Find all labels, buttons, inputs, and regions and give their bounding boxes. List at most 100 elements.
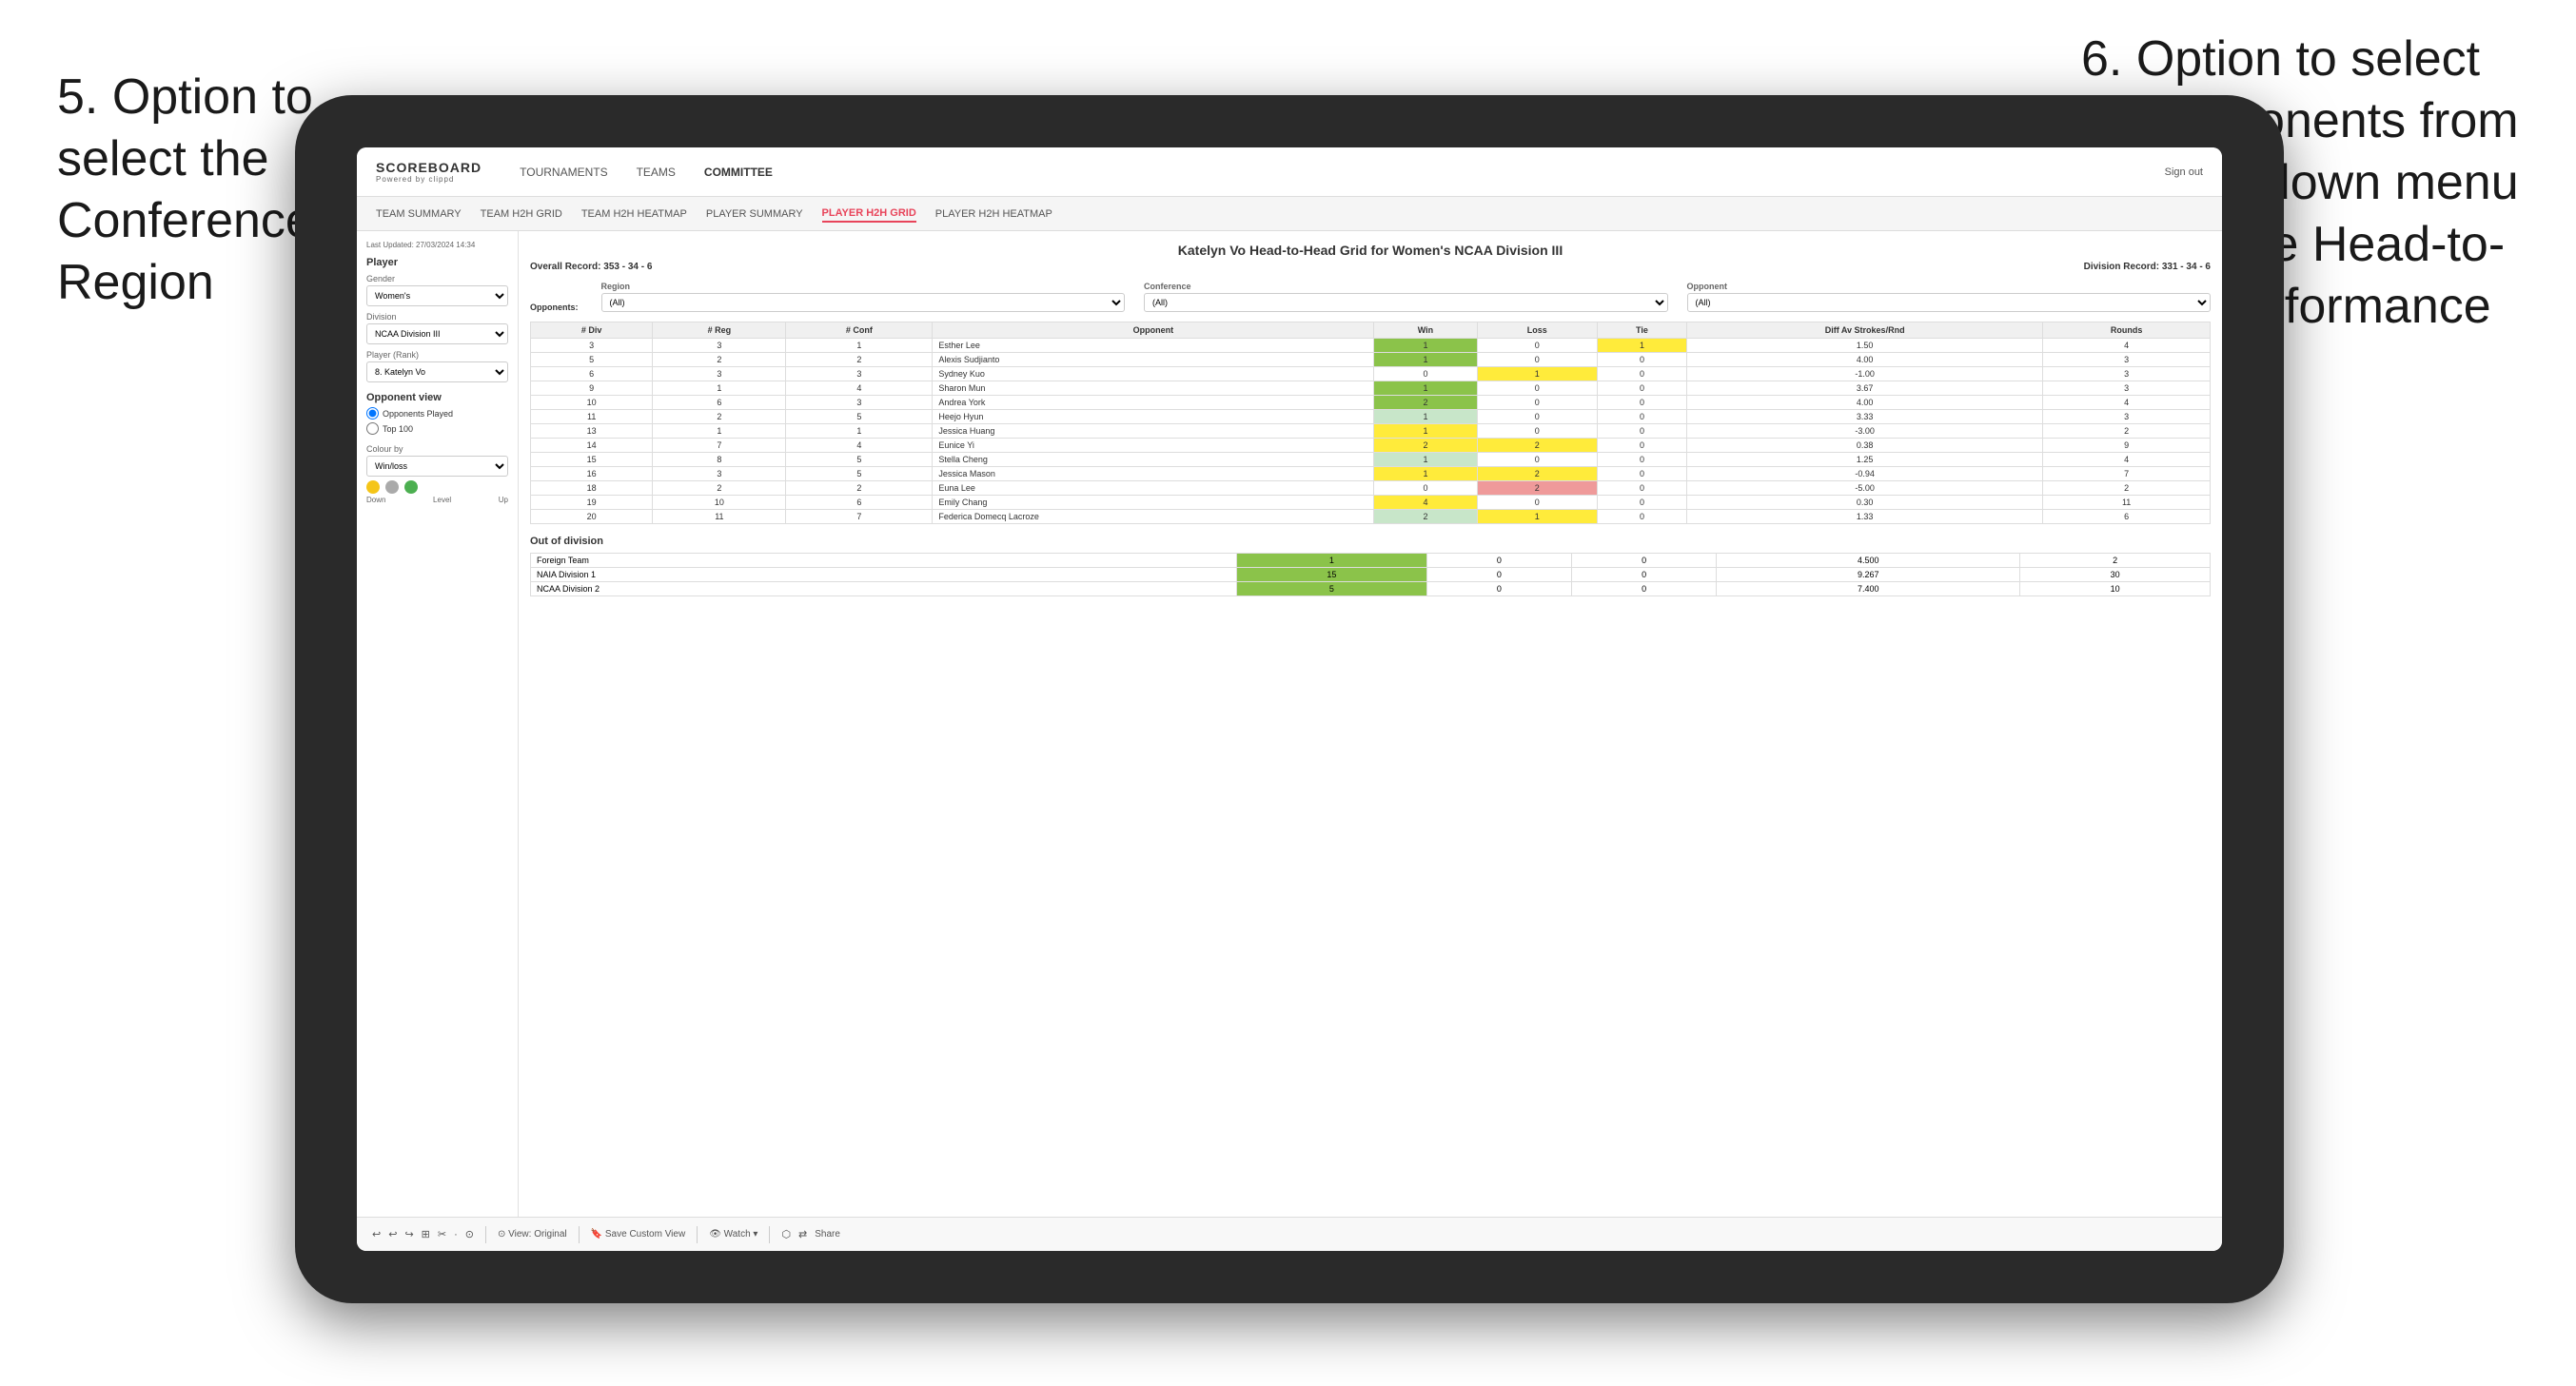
opponent-filter-group: Opponent (All) xyxy=(1687,282,2212,312)
sub-player-h2h-grid[interactable]: PLAYER H2H GRID xyxy=(822,205,916,223)
division-label: Division xyxy=(366,312,508,322)
player-rank-select[interactable]: 8. Katelyn Vo xyxy=(366,361,508,382)
filter-row: Opponents: Region (All) Conference (All) xyxy=(530,282,2211,312)
tablet-frame: SCOREBOARD Powered by clippd TOURNAMENTS… xyxy=(295,95,2284,1303)
conference-filter-group: Conference (All) xyxy=(1144,282,1668,312)
out-table-row: NAIA Division 115009.26730 xyxy=(531,568,2211,582)
sub-team-summary[interactable]: TEAM SUMMARY xyxy=(376,206,462,222)
toolbar-sep3 xyxy=(697,1226,698,1243)
dot-up xyxy=(404,480,418,494)
toolbar-redo[interactable]: ↪ xyxy=(404,1228,413,1240)
th-div: # Div xyxy=(531,322,653,339)
opponent-view: Opponent view Opponents Played Top 100 xyxy=(366,392,508,435)
toolbar-undo2[interactable]: ↩ xyxy=(388,1228,397,1240)
table-row: 1311Jessica Huang100-3.002 xyxy=(531,424,2211,439)
toolbar-sep4 xyxy=(769,1226,770,1243)
region-filter-group: Region (All) xyxy=(601,282,1126,312)
th-win: Win xyxy=(1374,322,1477,339)
radio-opponents-played[interactable]: Opponents Played xyxy=(366,407,508,420)
table-row: 1125Heejo Hyun1003.333 xyxy=(531,410,2211,424)
th-tie: Tie xyxy=(1597,322,1686,339)
opponent-filter-label: Opponent xyxy=(1687,282,2212,291)
opponent-view-title: Opponent view xyxy=(366,392,508,403)
gender-select[interactable]: Women's xyxy=(366,285,508,306)
bottom-toolbar: ↩ ↩ ↪ ⊞ ✂ · ⊙ ⊙ View: Original 🔖 Save Cu… xyxy=(357,1217,2222,1251)
toolbar-dot[interactable]: · xyxy=(454,1229,458,1240)
sub-team-h2h-grid[interactable]: TEAM H2H GRID xyxy=(481,206,562,222)
grid-records: Overall Record: 353 - 34 - 6 Division Re… xyxy=(530,262,2211,272)
opponents-label: Opponents: xyxy=(530,303,579,312)
conference-filter-select[interactable]: (All) xyxy=(1144,293,1668,312)
player-section-title: Player xyxy=(366,257,508,268)
toolbar-view-original[interactable]: ⊙ View: Original xyxy=(498,1229,567,1240)
opponent-filter-select[interactable]: (All) xyxy=(1687,293,2212,312)
th-conf: # Conf xyxy=(786,322,933,339)
top-nav: SCOREBOARD Powered by clippd TOURNAMENTS… xyxy=(357,147,2222,197)
table-row: 914Sharon Mun1003.673 xyxy=(531,381,2211,396)
toolbar-icon5[interactable]: ⬡ xyxy=(781,1228,791,1240)
table-row: 1474Eunice Yi2200.389 xyxy=(531,439,2211,453)
sub-nav: TEAM SUMMARY TEAM H2H GRID TEAM H2H HEAT… xyxy=(357,197,2222,231)
table-row: 1822Euna Lee020-5.002 xyxy=(531,481,2211,496)
division-record: Division Record: 331 - 34 - 6 xyxy=(2084,262,2211,272)
table-row: 633Sydney Kuo010-1.003 xyxy=(531,367,2211,381)
toolbar-save-custom[interactable]: 🔖 Save Custom View xyxy=(591,1229,686,1240)
table-row: 1635Jessica Mason120-0.947 xyxy=(531,467,2211,481)
nav-tournaments[interactable]: TOURNAMENTS xyxy=(520,164,607,181)
toolbar-watch[interactable]: 👁 Watch ▾ xyxy=(709,1229,757,1240)
toolbar-share-icon[interactable]: ⇄ xyxy=(798,1228,807,1240)
table-row: 1585Stella Cheng1001.254 xyxy=(531,453,2211,467)
grid-title: Katelyn Vo Head-to-Head Grid for Women's… xyxy=(530,243,2211,258)
division-select[interactable]: NCAA Division III xyxy=(366,323,508,344)
conference-filter-label: Conference xyxy=(1144,282,1668,291)
main-content: Last Updated: 27/03/2024 14:34 Player Ge… xyxy=(357,231,2222,1217)
out-of-division-table: Foreign Team1004.5002NAIA Division 11500… xyxy=(530,553,2211,596)
region-filter-select[interactable]: (All) xyxy=(601,293,1126,312)
th-rounds: Rounds xyxy=(2043,322,2211,339)
th-opponent: Opponent xyxy=(933,322,1374,339)
overall-record: Overall Record: 353 - 34 - 6 xyxy=(530,262,652,272)
player-rank-label: Player (Rank) xyxy=(366,350,508,360)
sidebar: Last Updated: 27/03/2024 14:34 Player Ge… xyxy=(357,231,519,1217)
th-loss: Loss xyxy=(1477,322,1597,339)
toolbar-share[interactable]: Share xyxy=(815,1229,840,1240)
table-row: 20117Federica Domecq Lacroze2101.336 xyxy=(531,510,2211,524)
sub-player-h2h-heatmap[interactable]: PLAYER H2H HEATMAP xyxy=(935,206,1052,222)
th-diff: Diff Av Strokes/Rnd xyxy=(1687,322,2043,339)
table-row: 1063Andrea York2004.004 xyxy=(531,396,2211,410)
sub-team-h2h-heatmap[interactable]: TEAM H2H HEATMAP xyxy=(581,206,687,222)
radio-top100[interactable]: Top 100 xyxy=(366,422,508,435)
out-table-row: Foreign Team1004.5002 xyxy=(531,554,2211,568)
colour-select[interactable]: Win/loss xyxy=(366,456,508,477)
table-row: 19106Emily Chang4000.3011 xyxy=(531,496,2211,510)
last-updated: Last Updated: 27/03/2024 14:34 xyxy=(366,241,508,249)
toolbar-clock[interactable]: ⊙ xyxy=(465,1228,474,1240)
table-row: 522Alexis Sudjianto1004.003 xyxy=(531,353,2211,367)
colour-labels: Down Level Up xyxy=(366,496,508,504)
dot-down xyxy=(366,480,380,494)
th-reg: # Reg xyxy=(653,322,786,339)
nav-committee[interactable]: COMMITTEE xyxy=(704,164,773,181)
out-of-division-title: Out of division xyxy=(530,536,2211,547)
nav-links: TOURNAMENTS TEAMS COMMITTEE xyxy=(520,164,2165,181)
nav-teams[interactable]: TEAMS xyxy=(637,164,676,181)
gender-label: Gender xyxy=(366,274,508,283)
toolbar-cut[interactable]: ✂ xyxy=(438,1228,446,1240)
colour-label: Colour by xyxy=(366,444,508,454)
toolbar-undo[interactable]: ↩ xyxy=(372,1228,381,1240)
sub-player-summary[interactable]: PLAYER SUMMARY xyxy=(706,206,803,222)
grid-area: Katelyn Vo Head-to-Head Grid for Women's… xyxy=(519,231,2222,1217)
colour-section: Colour by Win/loss Down Level Up xyxy=(366,444,508,504)
toolbar-grid[interactable]: ⊞ xyxy=(422,1228,430,1240)
tablet-screen: SCOREBOARD Powered by clippd TOURNAMENTS… xyxy=(357,147,2222,1251)
nav-sign-out[interactable]: Sign out xyxy=(2165,166,2203,178)
table-row: 331Esther Lee1011.504 xyxy=(531,339,2211,353)
colour-dots xyxy=(366,480,508,494)
toolbar-sep1 xyxy=(485,1226,486,1243)
dot-level xyxy=(385,480,399,494)
region-filter-label: Region xyxy=(601,282,1126,291)
out-table-row: NCAA Division 25007.40010 xyxy=(531,582,2211,596)
logo: SCOREBOARD Powered by clippd xyxy=(376,160,482,184)
toolbar-sep2 xyxy=(579,1226,580,1243)
h2h-table: # Div # Reg # Conf Opponent Win Loss Tie… xyxy=(530,322,2211,524)
